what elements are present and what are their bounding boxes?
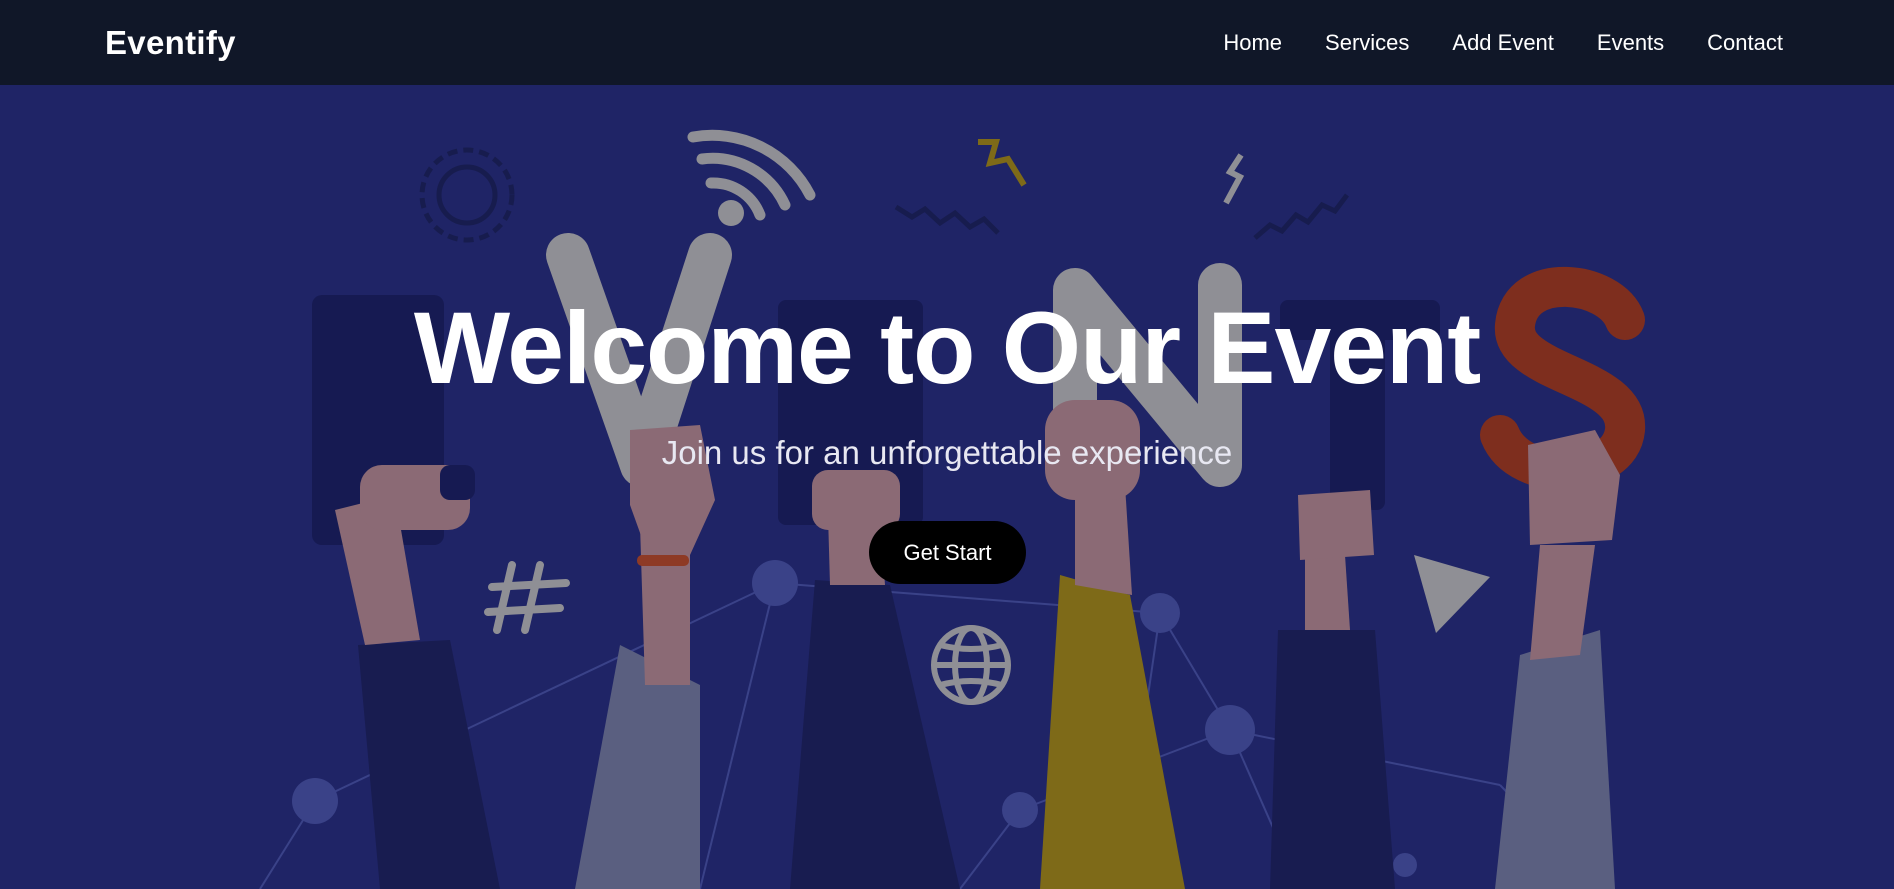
zigzag-icon-3	[1223, 153, 1245, 205]
raised-arm-6	[1495, 430, 1620, 889]
hero-section: Welcome to Our Event Join us for an unfo…	[0, 85, 1894, 889]
nav-link-events[interactable]: Events	[1597, 30, 1664, 56]
hero-title: Welcome to Our Event	[413, 291, 1481, 405]
nav-link-add-event[interactable]: Add Event	[1452, 30, 1554, 56]
navbar: Eventify Home Services Add Event Events …	[0, 0, 1894, 85]
wifi-dot	[718, 200, 744, 226]
gear-icon	[419, 147, 515, 243]
hero-background-illustration	[259, 129, 1645, 889]
nav-link-contact[interactable]: Contact	[1707, 30, 1783, 56]
zigzag-icon	[978, 139, 1027, 187]
zigzag-icon-2	[894, 204, 1000, 235]
raised-arm-5	[1270, 490, 1395, 889]
nav-link-services[interactable]: Services	[1325, 30, 1409, 56]
hero-subtitle: Join us for an unforgettable experience	[661, 434, 1233, 471]
hashtag-icon	[484, 561, 570, 634]
get-start-button[interactable]: Get Start	[869, 521, 1026, 584]
zigzag-icon-4	[1253, 193, 1349, 240]
nav-menu: Home Services Add Event Events Contact	[1223, 30, 1783, 56]
raised-arm-2	[575, 425, 715, 889]
play-triangle-icon	[1414, 555, 1490, 633]
nav-link-home[interactable]: Home	[1223, 30, 1282, 56]
globe-icon	[931, 625, 1011, 705]
raised-arm-1	[335, 465, 500, 889]
brand-logo[interactable]: Eventify	[105, 24, 236, 62]
wifi-icon	[687, 129, 816, 221]
raised-arm-4	[1040, 400, 1185, 889]
